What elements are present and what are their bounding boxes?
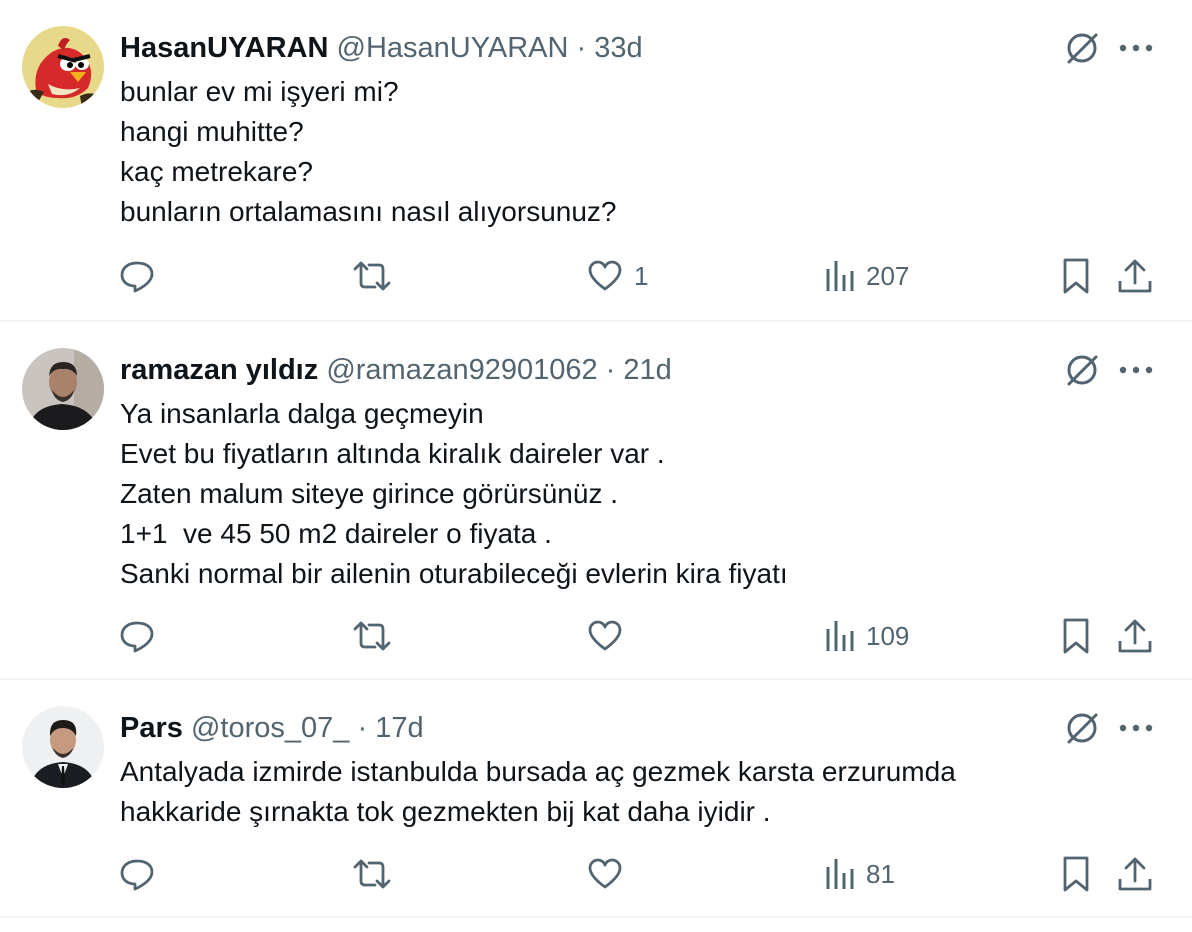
man-photo-avatar-icon [22, 348, 104, 430]
tweet[interactable]: ramazan yıldız @ramazan92901062 · 21d Ya… [0, 322, 1192, 680]
avatar[interactable] [22, 26, 104, 108]
more-icon [1119, 724, 1153, 732]
grok-icon [1067, 713, 1098, 744]
avatar[interactable] [22, 348, 104, 430]
more-icon [1119, 366, 1153, 374]
like-button[interactable]: 1 [586, 256, 648, 296]
tweet-text-line: Sanki normal bir ailenin oturabileceği e… [120, 558, 788, 589]
tweet-text-line: hakkaride şırnakta tok gezmekten bij kat… [120, 796, 771, 827]
tweet-text: bunlar ev mi işyeri mi? hangi muhitte? k… [120, 72, 617, 232]
display-name[interactable]: Pars [120, 712, 183, 744]
heart-icon [588, 858, 622, 889]
bookmark-button[interactable] [1060, 854, 1092, 894]
bookmark-button[interactable] [1060, 616, 1092, 656]
display-name[interactable]: ramazan yıldız [120, 354, 318, 386]
reply-button[interactable] [118, 854, 156, 894]
like-button[interactable] [586, 616, 634, 656]
views-chart-icon [826, 261, 854, 291]
angry-bird-avatar-icon [22, 26, 104, 108]
heart-icon [588, 260, 622, 291]
reply-button[interactable] [118, 616, 156, 656]
display-name[interactable]: HasanUYARAN [120, 32, 328, 64]
like-count: 1 [634, 260, 649, 291]
tweet-header: Pars @toros_07_ · 17d [120, 710, 424, 746]
timestamp[interactable]: 21d [623, 354, 671, 386]
repost-icon [353, 621, 391, 651]
share-button[interactable] [1116, 616, 1154, 656]
tweet-text-line: Antalyada izmirde istanbulda bursada aç … [120, 756, 956, 787]
tweet-text-line: Zaten malum siteye girince görürsünüz . [120, 478, 618, 509]
grok-icon [1067, 33, 1098, 64]
avatar[interactable] [22, 706, 104, 788]
share-icon [1118, 857, 1152, 891]
more-button[interactable] [1116, 28, 1156, 68]
reply-icon [120, 859, 154, 891]
bookmark-icon [1063, 856, 1089, 892]
tweet-text-line: bunlar ev mi işyeri mi? [120, 76, 399, 107]
separator-dot: · [576, 32, 587, 64]
repost-button[interactable] [352, 616, 392, 656]
separator-dot: · [357, 712, 368, 744]
bookmark-button[interactable] [1060, 256, 1092, 296]
timestamp[interactable]: 17d [375, 712, 423, 744]
views-button[interactable]: 81 [824, 854, 895, 894]
tweet[interactable]: Pars @toros_07_ · 17d Antalyada izmirde … [0, 680, 1192, 918]
views-chart-icon [826, 859, 854, 889]
separator-dot: · [605, 354, 616, 386]
bookmark-icon [1063, 618, 1089, 654]
views-chart-icon [826, 621, 854, 651]
tweet-text: Antalyada izmirde istanbulda bursada aç … [120, 752, 956, 832]
grok-button[interactable] [1062, 28, 1102, 68]
user-handle[interactable]: @ramazan92901062 [326, 354, 597, 386]
repost-icon [353, 859, 391, 889]
view-count: 109 [866, 620, 910, 651]
suit-man-avatar-icon [22, 706, 104, 788]
more-button[interactable] [1116, 708, 1156, 748]
more-button[interactable] [1116, 350, 1156, 390]
tweet-text-line: Evet bu fiyatların altında kiralık daire… [120, 438, 665, 469]
tweet-text: Ya insanlarla dalga geçmeyin Evet bu fiy… [120, 394, 788, 594]
grok-button[interactable] [1062, 708, 1102, 748]
tweet-text-line: bunların ortalamasını nasıl alıyorsunuz? [120, 196, 617, 227]
tweet-text-line: kaç metrekare? [120, 156, 313, 187]
share-icon [1118, 619, 1152, 653]
view-count: 81 [866, 858, 895, 889]
tweet-header: HasanUYARAN @HasanUYARAN · 33d [120, 30, 643, 66]
like-button[interactable] [586, 854, 634, 894]
grok-icon [1067, 355, 1098, 386]
user-handle[interactable]: @HasanUYARAN [337, 32, 569, 64]
share-button[interactable] [1116, 256, 1154, 296]
tweet-text-line: hangi muhitte? [120, 116, 304, 147]
heart-icon [588, 620, 622, 651]
tweet[interactable]: HasanUYARAN @HasanUYARAN · 33d bunlar ev… [0, 0, 1192, 322]
tweet-header: ramazan yıldız @ramazan92901062 · 21d [120, 352, 672, 388]
more-icon [1119, 44, 1153, 52]
repost-button[interactable] [352, 256, 392, 296]
reply-icon [120, 621, 154, 653]
view-count: 207 [866, 260, 910, 291]
reply-icon [120, 261, 154, 293]
reply-button[interactable] [118, 256, 156, 296]
share-icon [1118, 259, 1152, 293]
views-button[interactable]: 207 [824, 256, 909, 296]
bookmark-icon [1063, 258, 1089, 294]
user-handle[interactable]: @toros_07_ [191, 712, 349, 744]
tweet-text-line: 1+1 ve 45 50 m2 daireler o fiyata . [120, 518, 552, 549]
grok-button[interactable] [1062, 350, 1102, 390]
reply-feed: HasanUYARAN @HasanUYARAN · 33d bunlar ev… [0, 0, 1192, 932]
repost-icon [353, 261, 391, 291]
views-button[interactable]: 109 [824, 616, 909, 656]
share-button[interactable] [1116, 854, 1154, 894]
repost-button[interactable] [352, 854, 392, 894]
timestamp[interactable]: 33d [594, 32, 642, 64]
tweet-text-line: Ya insanlarla dalga geçmeyin [120, 398, 484, 429]
